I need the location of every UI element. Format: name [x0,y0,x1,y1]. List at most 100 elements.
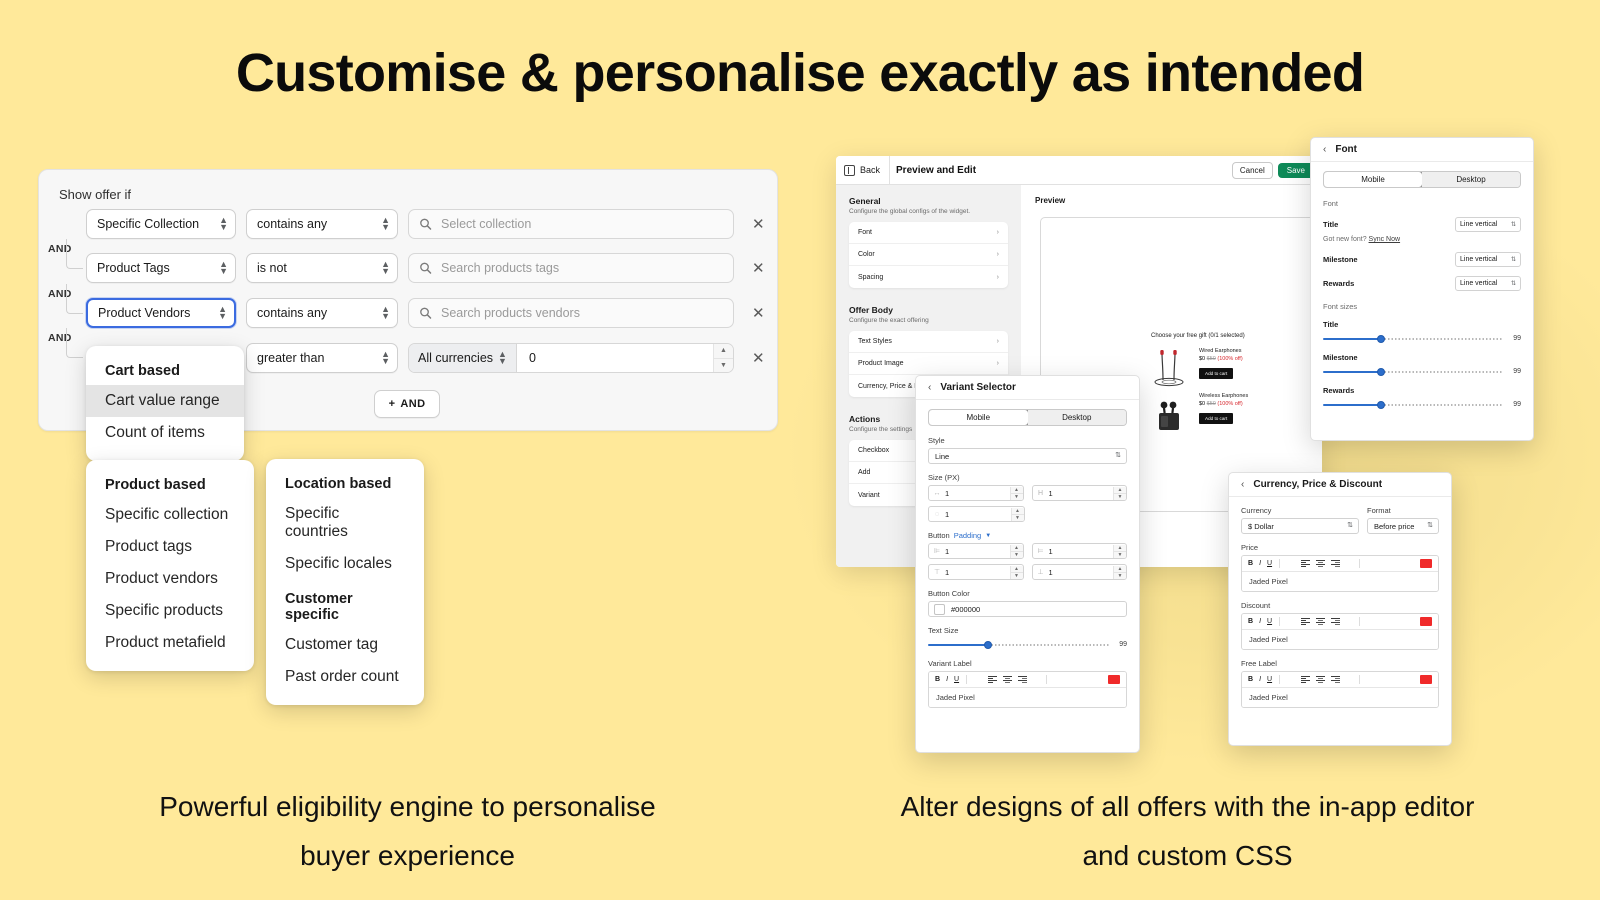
rule-value-search-3[interactable]: Search products vendors [408,298,734,328]
bold-icon[interactable]: B [935,676,940,683]
slider-track[interactable] [1323,399,1503,410]
align-center-icon[interactable] [1316,676,1326,683]
add-to-cart-button[interactable]: Add to cart [1199,368,1234,379]
free-label-editor[interactable]: B I U Jaded Pixel [1241,671,1439,708]
menu-item-specific-locales[interactable]: Specific locales [266,548,424,580]
italic-icon[interactable]: I [1259,618,1261,625]
chevron-down-icon[interactable]: ▼ [985,533,991,539]
italic-icon[interactable]: I [1259,560,1261,567]
rule-field-select-2[interactable]: Product Tags ▲ ▼ [86,253,236,283]
underline-icon[interactable]: U [1267,560,1272,567]
save-button[interactable]: Save [1277,162,1314,178]
bold-icon[interactable]: B [1248,618,1253,625]
stepper-arrows[interactable]: ▲ ▼ [1009,544,1023,558]
remove-rule-button-3[interactable]: ✕ [752,306,765,321]
menu-item-product-tags[interactable]: Product tags [86,531,254,563]
align-right-icon[interactable] [1331,618,1341,625]
underline-icon[interactable]: U [1267,618,1272,625]
font-select-milestone[interactable]: Line vertical ⇅ [1455,252,1521,267]
align-right-icon[interactable] [1018,676,1028,683]
font-select-title[interactable]: Line vertical ⇅ [1455,217,1521,232]
italic-icon[interactable]: I [1259,676,1261,683]
stepper-arrows[interactable]: ▲ ▼ [1113,486,1126,500]
menu-item-cart-value-range[interactable]: Cart value range [86,385,244,417]
remove-rule-button-2[interactable]: ✕ [752,261,765,276]
discount-value[interactable]: Jaded Pixel [1242,630,1438,649]
stepper-down-icon[interactable]: ▼ [714,359,733,373]
rule-field-select-3[interactable]: Product Vendors ▲ ▼ [86,298,236,328]
back-button[interactable]: Back [844,164,880,176]
sidebar-item-font[interactable]: Font › [849,222,1008,244]
font-select-rewards[interactable]: Line vertical ⇅ [1455,276,1521,291]
text-color-swatch[interactable] [1108,675,1120,684]
button-color-field[interactable]: #000000 [928,601,1127,617]
slider-knob[interactable] [1377,334,1385,343]
padding-bottom-stepper[interactable]: ⊥ 1 ▲ ▼ [1031,564,1127,580]
amount-input[interactable]: 0 [517,344,713,372]
slider-track[interactable] [928,639,1109,650]
rule-amount-field[interactable]: All currencies ▲ ▼ 0 ▲ ▼ [408,343,734,373]
add-and-condition-button[interactable]: + AND [374,390,440,418]
add-to-cart-button[interactable]: Add to cart [1199,413,1234,424]
variant-label-editor[interactable]: B I U Jaded Pixel [928,671,1127,708]
tab-mobile[interactable]: Mobile [1324,172,1423,187]
chevron-left-icon[interactable]: ‹ [1323,144,1326,155]
stepper-up-icon[interactable]: ▲ [1011,508,1024,515]
color-swatch[interactable] [934,603,945,615]
align-center-icon[interactable] [1316,560,1326,567]
text-color-swatch[interactable] [1420,675,1432,684]
menu-item-specific-products[interactable]: Specific products [86,595,254,627]
menu-item-count-of-items[interactable]: Count of items [86,417,244,449]
align-left-icon[interactable] [1301,676,1311,683]
italic-icon[interactable]: I [946,676,948,683]
cart-based-menu[interactable]: Cart based Cart value range Count of ite… [86,346,244,461]
underline-icon[interactable]: U [954,676,959,683]
rule-operator-select-1[interactable]: contains any ▲ ▼ [246,209,398,239]
align-right-icon[interactable] [1331,560,1341,567]
sidebar-item-color[interactable]: Color › [849,244,1008,266]
align-left-icon[interactable] [988,676,998,683]
menu-item-specific-countries[interactable]: Specific countries [266,498,424,548]
price-value[interactable]: Jaded Pixel [1242,572,1438,591]
slider-knob[interactable] [1377,400,1385,409]
stepper-up-icon[interactable]: ▲ [1010,545,1023,552]
menu-item-customer-tag[interactable]: Customer tag [266,629,424,661]
chevron-left-icon[interactable]: ‹ [1241,479,1244,490]
rule-operator-select-3[interactable]: contains any ▲ ▼ [246,298,398,328]
currency-select[interactable]: All currencies ▲ ▼ [409,344,517,372]
align-left-icon[interactable] [1301,618,1311,625]
stepper-down-icon[interactable]: ▼ [1011,573,1023,579]
size-radius-stepper[interactable]: ◌ 1 ▲ ▼ [928,506,1025,522]
font-size-slider-milestone[interactable]: 99 [1323,366,1521,377]
padding-left-stepper[interactable]: ⊫ 1 ▲ ▼ [928,543,1024,559]
stepper-down-icon[interactable]: ▼ [1114,494,1126,500]
stepper-up-icon[interactable]: ▲ [1010,487,1023,494]
stepper-up-icon[interactable]: ▲ [714,344,733,359]
cancel-button[interactable]: Cancel [1231,161,1273,179]
rule-operator-select-2[interactable]: is not ▲ ▼ [246,253,398,283]
sidebar-item-text-styles[interactable]: Text Styles › [849,331,1008,353]
stepper-arrows[interactable]: ▲ ▼ [1009,565,1023,579]
format-select[interactable]: Before price ⇅ [1367,518,1439,534]
bold-icon[interactable]: B [1248,560,1253,567]
stepper-down-icon[interactable]: ▼ [1011,552,1023,558]
sync-now-link[interactable]: Sync Now [1369,236,1401,243]
stepper-down-icon[interactable]: ▼ [1011,494,1023,500]
price-editor[interactable]: B I U Jaded Pixel [1241,555,1439,592]
free-label-value[interactable]: Jaded Pixel [1242,688,1438,707]
menu-item-product-vendors[interactable]: Product vendors [86,563,254,595]
remove-rule-button-4[interactable]: ✕ [752,351,765,366]
variant-device-tabs[interactable]: Mobile Desktop [928,409,1127,426]
location-customer-menu[interactable]: Location based Specific countries Specif… [266,459,424,705]
rule-operator-select-4[interactable]: greater than ▲ ▼ [246,343,398,373]
stepper-down-icon[interactable]: ▼ [1012,515,1024,521]
font-device-tabs[interactable]: Mobile Desktop [1323,171,1521,188]
slider-knob[interactable] [984,640,993,649]
stepper-down-icon[interactable]: ▼ [1114,573,1126,579]
sidebar-item-spacing[interactable]: Spacing › [849,266,1008,288]
sidebar-item-product-image[interactable]: Product Image › [849,353,1008,375]
font-size-slider-rewards[interactable]: 99 [1323,399,1521,410]
rule-field-select-1[interactable]: Specific Collection ▲ ▼ [86,209,236,239]
slider-track[interactable] [1323,366,1503,377]
size-height-stepper[interactable]: H 1 ▲ ▼ [1031,485,1127,501]
